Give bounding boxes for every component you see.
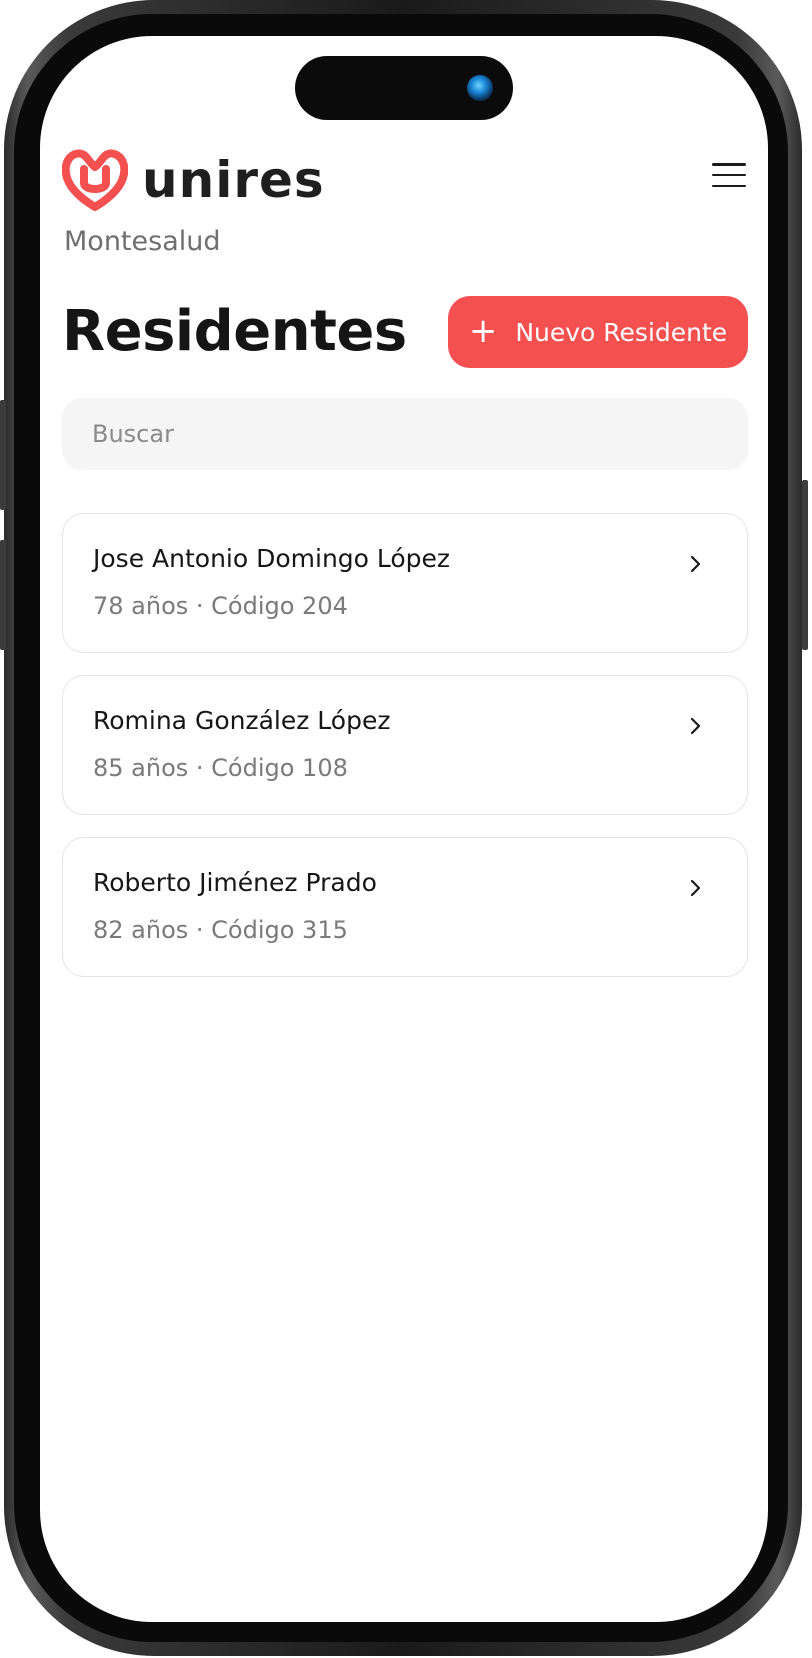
brand-logo[interactable]: unires [62,146,325,214]
search-input[interactable] [62,398,748,470]
resident-meta: 82 años · Código 315 [93,916,348,944]
menu-line [712,163,746,166]
resident-meta: 78 años · Código 204 [93,592,348,620]
plus-icon: + [468,311,498,351]
phone-device: unires Montesalud Residentes + Nuevo Res… [0,0,812,1658]
resident-name: Jose Antonio Domingo López [93,544,451,573]
residents-list: Jose Antonio Domingo López 78 años · Cód… [62,513,748,999]
dynamic-island [295,56,513,120]
volume-down-button [0,540,6,650]
page-title: Residentes [62,299,407,364]
resident-meta: 85 años · Código 108 [93,754,348,782]
chevron-right-icon [690,879,701,897]
new-resident-button[interactable]: + Nuevo Residente [448,296,748,368]
organization-name: Montesalud [64,226,221,257]
unires-heart-logo-icon [62,149,128,211]
new-resident-button-label: Nuevo Residente [515,317,728,347]
menu-line [712,184,746,187]
resident-card[interactable]: Roberto Jiménez Prado 82 años · Código 3… [62,837,748,977]
hamburger-menu-icon[interactable] [712,160,746,190]
menu-line [712,173,746,177]
resident-card[interactable]: Jose Antonio Domingo López 78 años · Cód… [62,513,748,653]
chevron-right-icon [690,555,701,573]
resident-name: Romina González López [93,706,391,735]
volume-up-button [0,400,6,510]
resident-card[interactable]: Romina González López 85 años · Código 1… [62,675,748,815]
brand-wordmark: unires [142,151,325,209]
resident-name: Roberto Jiménez Prado [93,868,377,897]
title-row: Residentes + Nuevo Residente [62,296,748,368]
chevron-right-icon [690,717,701,735]
app-screen: unires Montesalud Residentes + Nuevo Res… [40,36,768,1622]
power-button [802,480,808,650]
camera-lens [467,75,493,101]
